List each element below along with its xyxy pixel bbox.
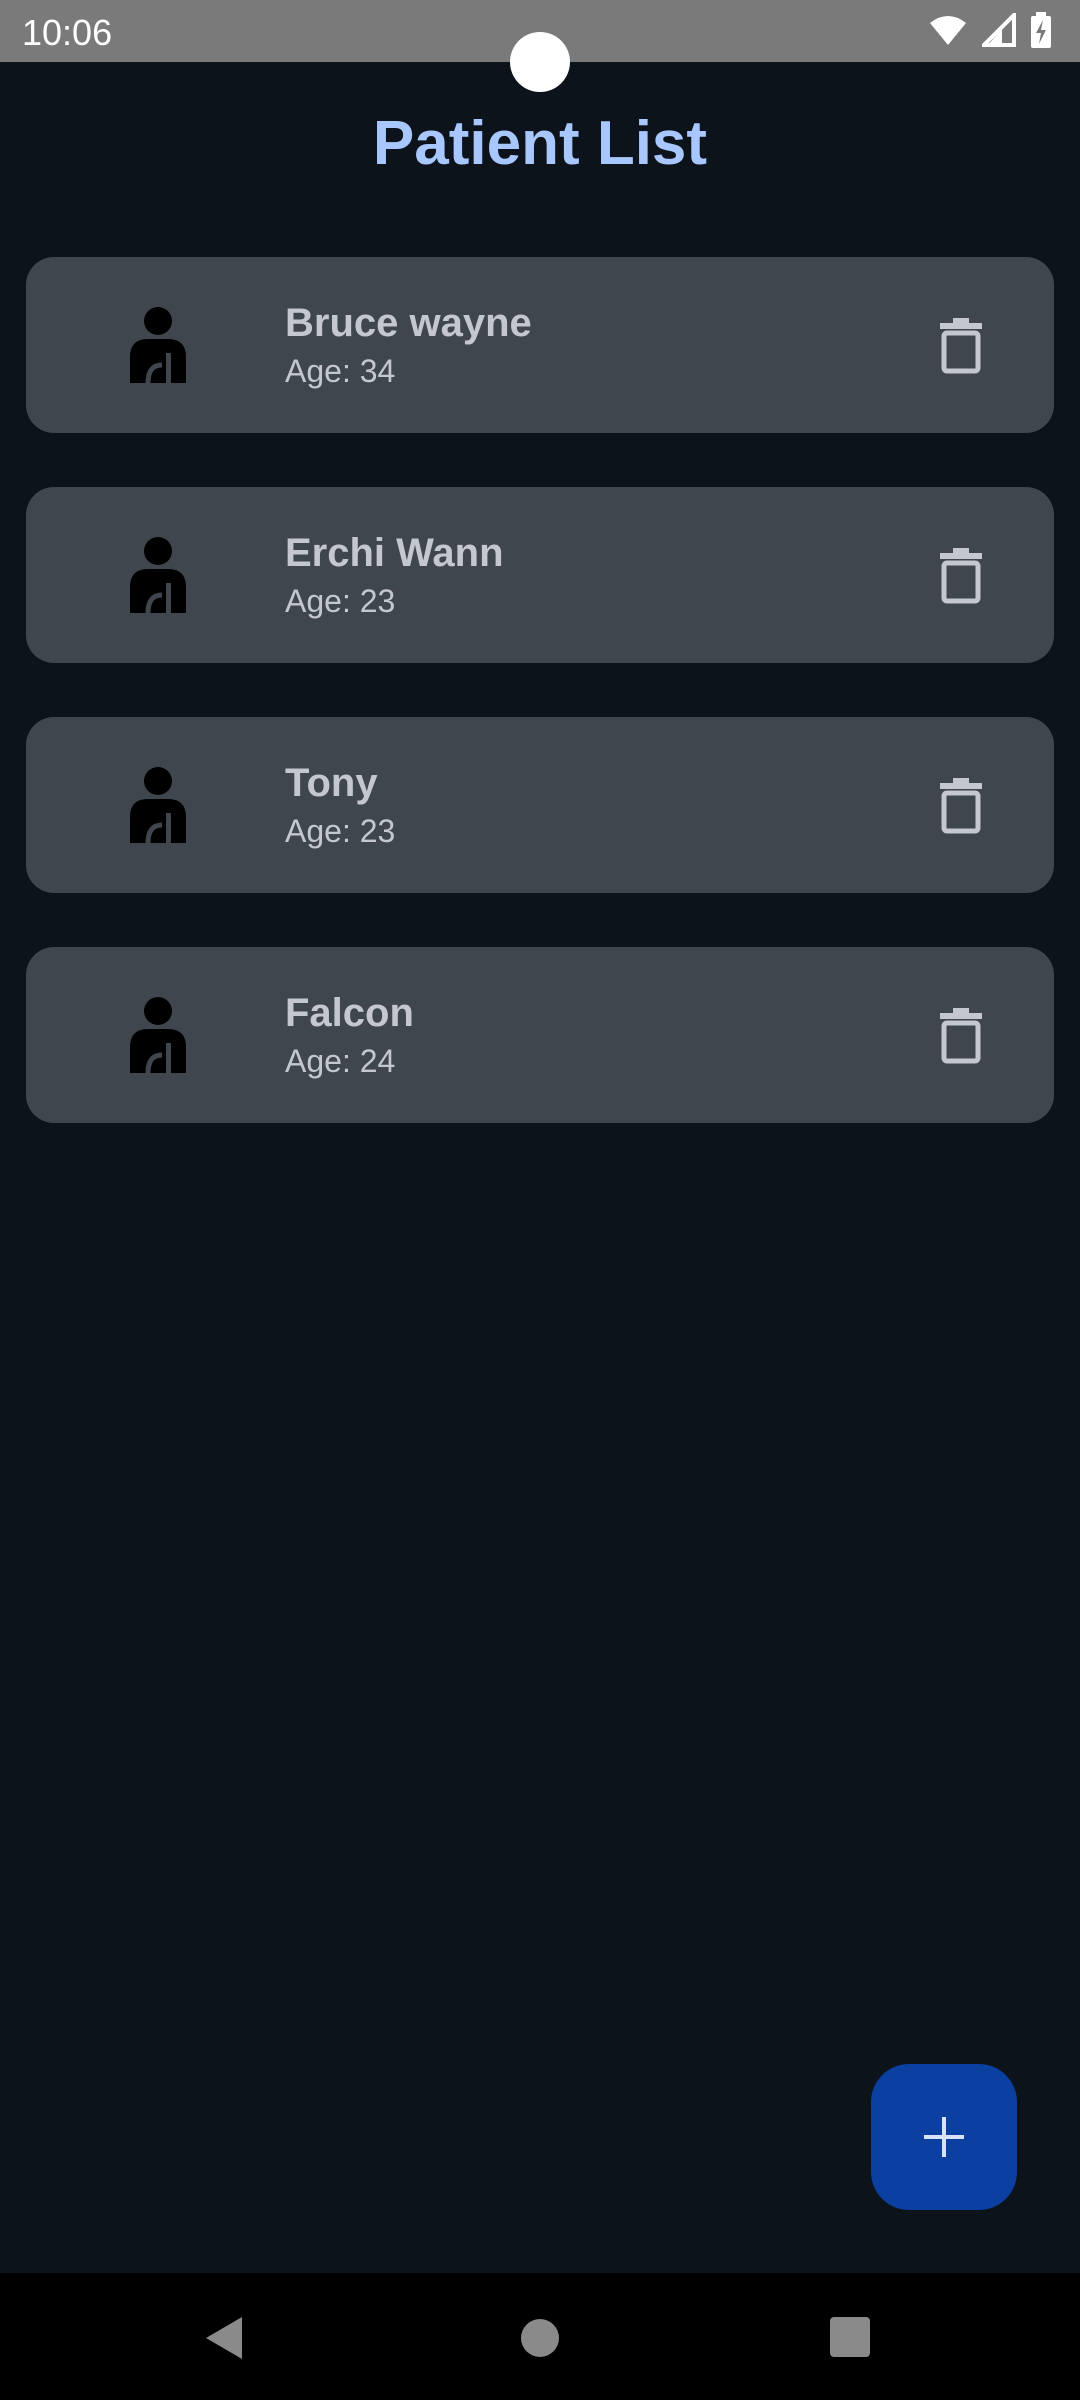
- recents-icon[interactable]: [830, 2317, 870, 2357]
- patient-age: Age: 34: [285, 353, 396, 389]
- patient-age: Age: 23: [285, 813, 396, 849]
- back-icon[interactable]: [204, 2315, 244, 2361]
- patient-age: Age: 24: [285, 1043, 396, 1079]
- patient-name: Falcon: [285, 991, 414, 1035]
- person-icon: [130, 537, 186, 614]
- trash-icon[interactable]: [932, 1007, 990, 1065]
- home-icon[interactable]: [521, 2319, 559, 2357]
- patient-card[interactable]: Tony Age: 23: [26, 717, 1054, 893]
- page-title: Patient List: [372, 109, 708, 178]
- patient-name: Tony: [285, 761, 378, 805]
- add-patient-button[interactable]: [871, 2064, 1017, 2210]
- navigation-bar: [0, 2273, 1080, 2400]
- plus-icon: [924, 2117, 964, 2157]
- patient-name: Bruce wayne: [285, 301, 532, 345]
- trash-icon[interactable]: [932, 317, 990, 375]
- patient-name: Erchi Wann: [285, 531, 504, 575]
- status-icons: [928, 12, 1052, 48]
- trash-icon[interactable]: [932, 547, 990, 605]
- person-icon: [130, 997, 186, 1074]
- battery-icon: [1031, 12, 1051, 48]
- person-icon: [130, 307, 186, 384]
- camera-cutout: [510, 32, 570, 92]
- patient-card[interactable]: Bruce wayne Age: 34: [26, 257, 1054, 433]
- patient-card[interactable]: Falcon Age: 24: [26, 947, 1054, 1123]
- trash-icon[interactable]: [932, 777, 990, 835]
- signal-icon: [982, 13, 1016, 47]
- person-icon: [130, 767, 186, 844]
- patient-card[interactable]: Erchi Wann Age: 23: [26, 487, 1054, 663]
- patient-age: Age: 23: [285, 583, 396, 619]
- wifi-icon: [930, 16, 966, 45]
- status-time: 10:06: [22, 12, 113, 53]
